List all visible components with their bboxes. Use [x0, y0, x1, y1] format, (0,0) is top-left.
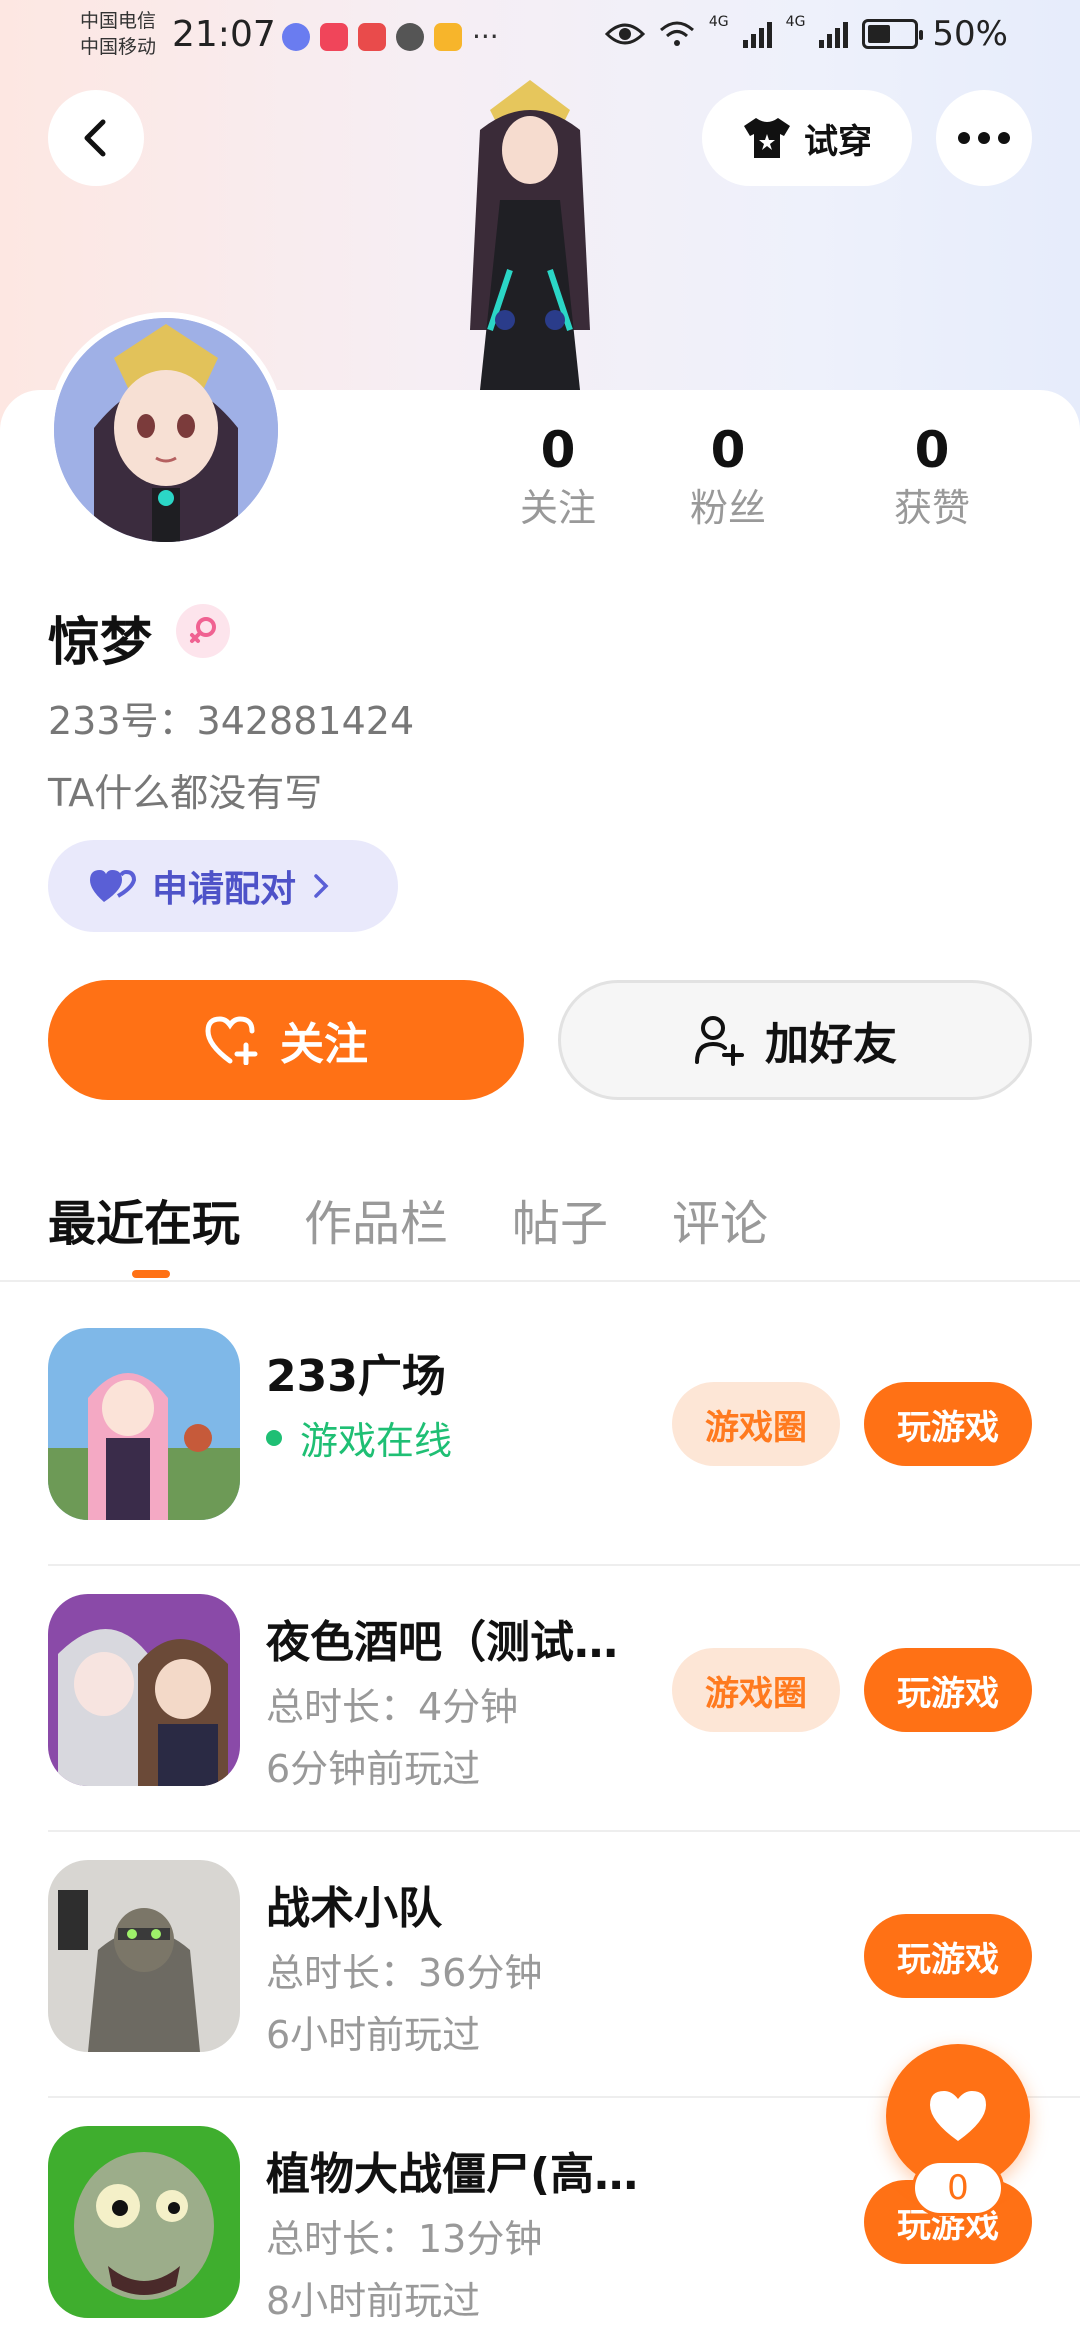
- tshirt-icon: [744, 118, 790, 158]
- shopping-app-icon: [320, 22, 348, 51]
- tab-comments[interactable]: 评论: [672, 1184, 768, 1254]
- game-circle-button[interactable]: 游戏圈: [672, 1648, 840, 1732]
- game-title: 233广场: [266, 1351, 446, 1402]
- game-icon-night-bar: [48, 1594, 240, 1786]
- wechat-icon: [396, 22, 424, 51]
- game-playtime: 总时长：36分钟: [266, 1951, 543, 1995]
- avatar[interactable]: [48, 312, 284, 548]
- add-friend-label: 加好友: [765, 1019, 897, 1070]
- stat-likes-value: 0: [914, 421, 950, 479]
- reader-app-icon: [358, 22, 386, 51]
- double-heart-icon: [90, 869, 136, 902]
- stat-likes-label: 获赞: [893, 486, 970, 530]
- game-online-status: 游戏在线: [266, 1410, 452, 1465]
- network-type-1: 4G: [708, 14, 729, 30]
- tabs-divider: [0, 1280, 1080, 1282]
- back-button[interactable]: [48, 90, 144, 186]
- wifi-icon: [659, 21, 694, 46]
- profile-tabs: 最近在玩 作品栏 帖子 评论: [48, 1184, 768, 1254]
- play-game-button[interactable]: 玩游戏: [864, 1382, 1032, 1466]
- game-thumbnail: [48, 1328, 240, 1520]
- game-title: 夜色酒吧（测试…: [266, 1617, 618, 1668]
- heart-plus-icon: [205, 1016, 258, 1065]
- chevron-left-icon: [84, 119, 106, 157]
- female-icon: [190, 617, 216, 643]
- game-online-label: 游戏在线: [300, 1419, 453, 1463]
- game-last-played: 8小时前玩过: [266, 2279, 481, 2323]
- game-thumbnail: [48, 2126, 240, 2318]
- game-playtime: 总时长：4分钟: [266, 1685, 519, 1729]
- battery-percent: 50%: [932, 14, 1008, 54]
- gender-badge: [176, 604, 230, 658]
- app-notification-icon: [434, 22, 462, 51]
- status-bar: 中国电信 中国移动 21:07 ··· 4G 4G 50%: [0, 0, 1080, 70]
- character-figure-image: [470, 80, 590, 390]
- more-dots-icon: [958, 132, 1010, 144]
- heart-icon: [930, 2091, 986, 2141]
- more-options-button[interactable]: [936, 90, 1032, 186]
- game-icon-plants-vs-zombies: [48, 2126, 240, 2318]
- tryon-label: 试穿: [804, 121, 872, 162]
- online-dot-icon: [266, 1429, 282, 1446]
- eye-icon: [604, 23, 645, 45]
- network-type-2: 4G: [785, 14, 806, 30]
- add-user-icon: [695, 1016, 744, 1066]
- play-game-button[interactable]: 玩游戏: [864, 1648, 1032, 1732]
- follow-label: 关注: [280, 1019, 368, 1070]
- add-friend-button[interactable]: 加好友: [558, 980, 1032, 1100]
- status-time: 21:07: [172, 14, 276, 55]
- apply-pair-label: 申请配对: [152, 869, 297, 910]
- game-icon-233-plaza: [48, 1328, 240, 1520]
- play-game-button[interactable]: 玩游戏: [864, 1914, 1032, 1998]
- tab-works[interactable]: 作品栏: [304, 1184, 448, 1254]
- user-id: 233号：342881424: [48, 699, 415, 743]
- game-last-played: 6分钟前玩过: [266, 1747, 481, 1791]
- status-indicators: 4G 4G 50%: [604, 14, 1008, 54]
- carrier-1: 中国电信: [80, 10, 157, 32]
- list-item[interactable]: 233广场 游戏在线 游戏圈 玩游戏: [48, 1300, 1080, 1566]
- game-thumbnail: [48, 1594, 240, 1786]
- game-thumbnail: [48, 1860, 240, 2052]
- carrier-2: 中国移动: [80, 36, 157, 58]
- carrier-labels: 中国电信 中国移动: [80, 8, 156, 60]
- game-circle-button[interactable]: 游戏圈: [672, 1382, 840, 1466]
- signal-icon-2: [819, 20, 849, 48]
- stat-following-label: 关注: [519, 486, 596, 530]
- profile-stats: 0 关注 0 粉丝 0 获赞: [490, 420, 1050, 536]
- chevron-right-icon: [314, 874, 329, 898]
- stat-fans[interactable]: 0 粉丝: [626, 420, 830, 536]
- apply-pair-button[interactable]: 申请配对: [48, 840, 398, 932]
- battery-icon: [862, 19, 924, 49]
- game-playtime: 总时长：13分钟: [266, 2217, 543, 2261]
- stat-likes[interactable]: 0 获赞: [830, 420, 1034, 536]
- stat-following-value: 0: [540, 421, 576, 479]
- game-title: 战术小队: [266, 1883, 442, 1934]
- avatar-image: [54, 318, 278, 542]
- music-app-icon: [282, 22, 310, 51]
- tryon-button[interactable]: 试穿: [702, 90, 912, 186]
- list-item[interactable]: 夜色酒吧（测试… 总时长：4分钟 6分钟前玩过 游戏圈 玩游戏: [48, 1566, 1080, 1832]
- user-bio: TA什么都没有写: [48, 771, 323, 815]
- game-title: 植物大战僵尸(高清版): [266, 2149, 666, 2200]
- tab-posts[interactable]: 帖子: [512, 1184, 608, 1254]
- notification-icons: ···: [282, 20, 499, 53]
- stat-following[interactable]: 0 关注: [490, 420, 626, 536]
- like-count-badge: 0: [912, 2160, 1004, 2216]
- profile-name: 惊梦: [48, 613, 153, 673]
- follow-button[interactable]: 关注: [48, 980, 524, 1100]
- active-tab-indicator: [132, 1270, 170, 1278]
- game-icon-tactical-squad: [48, 1860, 240, 2052]
- more-notifications-icon: ···: [472, 20, 499, 53]
- tab-recently-played[interactable]: 最近在玩: [48, 1184, 240, 1254]
- stat-fans-value: 0: [710, 421, 746, 479]
- game-last-played: 6小时前玩过: [266, 2013, 481, 2057]
- signal-icon-1: [742, 20, 772, 48]
- stat-fans-label: 粉丝: [689, 486, 766, 530]
